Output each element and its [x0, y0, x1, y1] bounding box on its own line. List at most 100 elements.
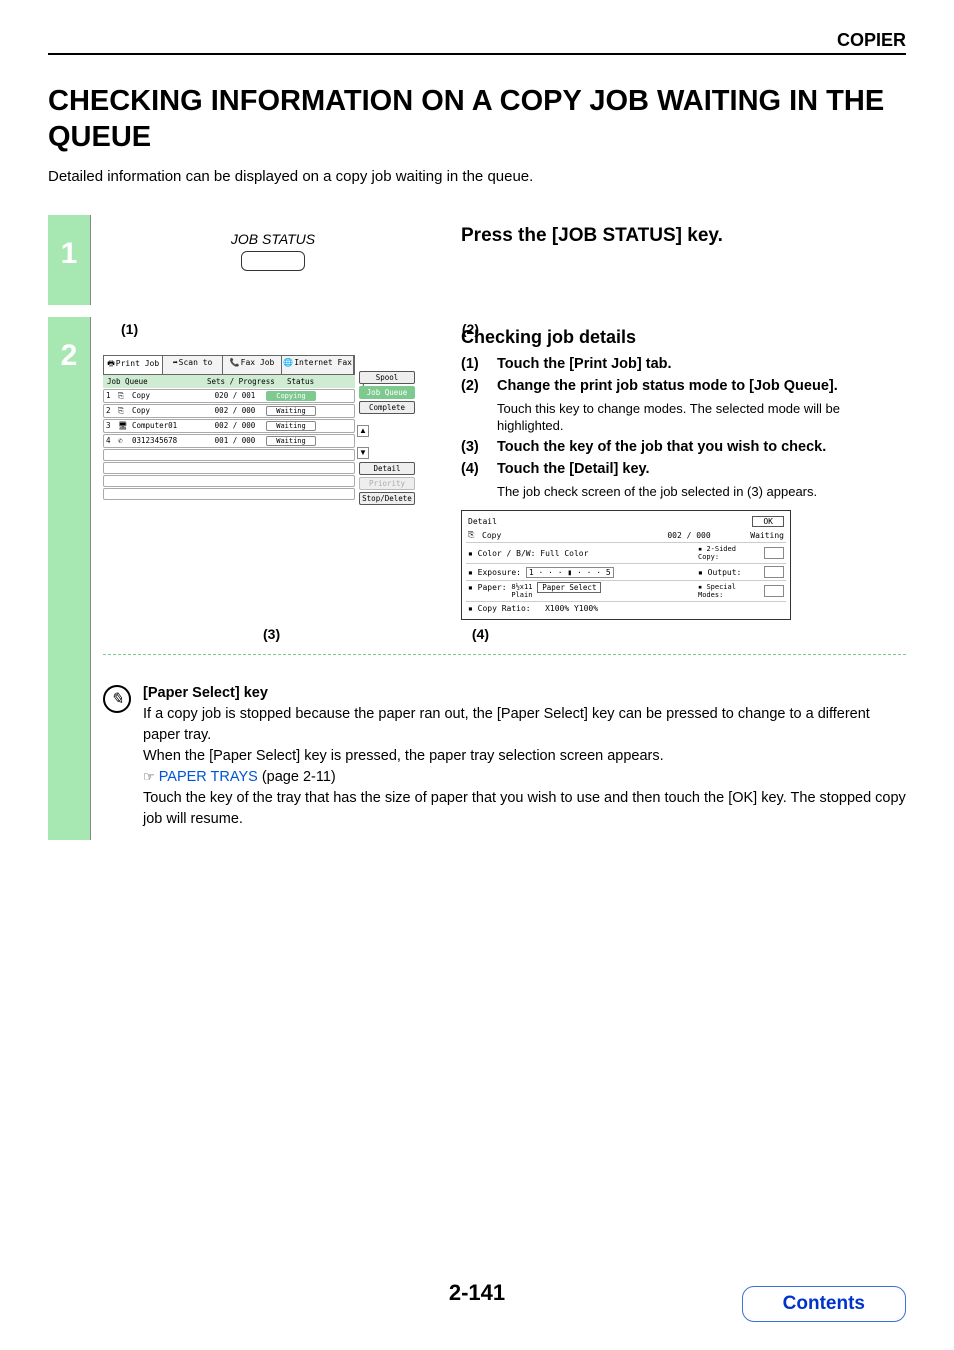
tab-scan-to[interactable]: ➦Scan to	[163, 356, 222, 374]
note-body-3: Touch the key of the tray that has the s…	[143, 790, 906, 827]
inst-num-1: (1)	[461, 356, 487, 372]
detail-button[interactable]: Detail	[359, 462, 415, 475]
col-sets-progress: Sets / Progress	[207, 377, 287, 386]
ok-button[interactable]: OK	[752, 516, 784, 527]
job-status-panel: 🖶Print Job ➦Scan to 📞Fax Job 🌐Internet F…	[103, 355, 355, 500]
spool-button[interactable]: Spool	[359, 371, 415, 384]
phone-icon: ✆	[118, 436, 132, 445]
duplex-icon	[764, 547, 784, 559]
table-row[interactable]: 1 ⎘ Copy 020 / 001 Copying	[103, 389, 355, 403]
col-job-queue: Job Queue	[107, 377, 207, 386]
row-progress: 002 / 000	[204, 406, 266, 415]
job-status-key-graphic: JOB STATUS	[231, 231, 315, 295]
row-name: Copy	[132, 391, 204, 400]
table-row	[103, 488, 355, 500]
row-name: Computer01	[132, 421, 204, 430]
tab-scan-label: Scan to	[179, 358, 213, 367]
tab-internet-fax[interactable]: 🌐Internet Fax	[282, 356, 354, 374]
detail-status: Waiting	[724, 531, 784, 540]
row-status: Copying	[266, 391, 316, 401]
job-status-button-icon	[241, 251, 305, 271]
detail-ratio-label: Copy Ratio:	[478, 604, 531, 613]
inst-text-3: Touch the key of the job that you wish t…	[497, 439, 826, 455]
row-name: 0312345678	[132, 436, 204, 445]
copy-icon: ⎘	[118, 406, 132, 416]
detail-paper-label: Paper:	[478, 583, 507, 592]
step-1-number: 1	[48, 215, 90, 305]
output-icon	[764, 566, 784, 578]
detail-exposure-label: Exposure:	[478, 568, 521, 577]
job-queue-button[interactable]: Job Queue	[359, 386, 415, 399]
row-status: Waiting	[266, 436, 316, 446]
tab-ifax-label: Internet Fax	[294, 358, 352, 367]
detail-job-name: Copy	[482, 531, 654, 540]
section-label: COPIER	[48, 30, 906, 51]
inst-num-4: (4)	[461, 461, 487, 477]
detail-screen: Detail OK ⎘ Copy 002 / 000 Waiting ▪ Col…	[461, 510, 791, 620]
instruction-list-2: (3) Touch the key of the job that you wis…	[461, 439, 906, 477]
row-num: 3	[106, 421, 118, 430]
detail-output-label: Output:	[708, 568, 742, 577]
callout-1: (1)	[121, 321, 138, 337]
tab-print-job[interactable]: 🖶Print Job	[104, 356, 163, 374]
stop-delete-button[interactable]: Stop/Delete	[359, 492, 415, 505]
inst-text-2: Change the print job status mode to [Job…	[497, 378, 838, 394]
inst-text-4: Touch the [Detail] key.	[497, 461, 650, 477]
header-underline	[48, 53, 906, 55]
note-block: ✎ [Paper Select] key If a copy job is st…	[103, 683, 906, 830]
paper-trays-link[interactable]: PAPER TRAYS	[159, 769, 258, 785]
step-1-heading: Press the [JOB STATUS] key.	[461, 225, 906, 247]
priority-button[interactable]: Priority	[359, 477, 415, 490]
row-num: 1	[106, 391, 118, 400]
tab-fax-job[interactable]: 📞Fax Job	[223, 356, 282, 374]
job-list: 1 ⎘ Copy 020 / 001 Copying 2 ⎘ Copy 002 …	[103, 389, 355, 500]
detail-ratio-value: X100% Y100%	[545, 604, 598, 613]
step-2-number: 2	[48, 317, 90, 841]
contents-button[interactable]: Contents	[742, 1286, 906, 1322]
detail-title: Detail	[468, 517, 497, 526]
detail-special-label: Special Modes:	[698, 583, 736, 599]
callout-4: (4)	[472, 626, 489, 642]
col-status: Status	[287, 377, 347, 386]
note-title: [Paper Select] key	[143, 685, 268, 701]
note-body-2: When the [Paper Select] key is pressed, …	[143, 748, 664, 764]
row-num: 2	[106, 406, 118, 415]
inst-num-3: (3)	[461, 439, 487, 455]
table-row	[103, 449, 355, 461]
table-row	[103, 462, 355, 474]
instruction-list: (1) Touch the [Print Job] tab. (2) Change …	[461, 356, 906, 394]
detail-progress: 002 / 000	[654, 531, 724, 540]
inst-num-2: (2)	[461, 378, 487, 394]
copy-icon: ⎘	[468, 530, 482, 540]
row-progress: 020 / 001	[204, 391, 266, 400]
note-body-1: If a copy job is stopped because the pap…	[143, 706, 870, 743]
detail-color: Color / B/W: Full Color	[478, 549, 589, 558]
inst-text-1: Touch the [Print Job] tab.	[497, 356, 672, 372]
detail-2sided-label: 2-Sided Copy:	[698, 545, 736, 561]
note-icon: ✎	[103, 685, 131, 713]
copy-icon: ⎘	[118, 391, 132, 401]
callout-3: (3)	[263, 626, 280, 642]
page-title: CHECKING INFORMATION ON A COPY JOB WAITI…	[48, 83, 906, 156]
complete-button[interactable]: Complete	[359, 401, 415, 414]
intro-text: Detailed information can be displayed on…	[48, 168, 906, 185]
job-status-key-label: JOB STATUS	[231, 231, 315, 247]
paper-select-button[interactable]: Paper Select	[537, 582, 601, 593]
tab-fax-label: Fax Job	[241, 358, 275, 367]
divider	[103, 654, 906, 655]
table-row[interactable]: 4 ✆ 0312345678 001 / 000 Waiting	[103, 434, 355, 448]
computer-icon: 🖥	[118, 421, 132, 430]
inst-2-note: Touch this key to change modes. The sele…	[497, 400, 906, 435]
row-num: 4	[106, 436, 118, 445]
special-modes-icon	[764, 585, 784, 597]
table-row[interactable]: 3 🖥 Computer01 002 / 000 Waiting	[103, 419, 355, 433]
link-page-ref: (page 2-11)	[258, 769, 336, 785]
detail-exposure-scale: 1 · · · ▮ · · · 5	[526, 567, 614, 578]
step-1: 1 JOB STATUS Press the [JOB STATUS] key.	[48, 215, 906, 305]
detail-paper-value: 8½x11 Plain	[511, 583, 532, 599]
table-row[interactable]: 2 ⎘ Copy 002 / 000 Waiting	[103, 404, 355, 418]
row-status: Waiting	[266, 406, 316, 416]
step-2: 2 (1) (2) 🖶Print Job ➦Scan to 📞Fax Job 🌐…	[48, 317, 906, 841]
pointer-icon: ☞	[143, 769, 155, 784]
row-progress: 002 / 000	[204, 421, 266, 430]
